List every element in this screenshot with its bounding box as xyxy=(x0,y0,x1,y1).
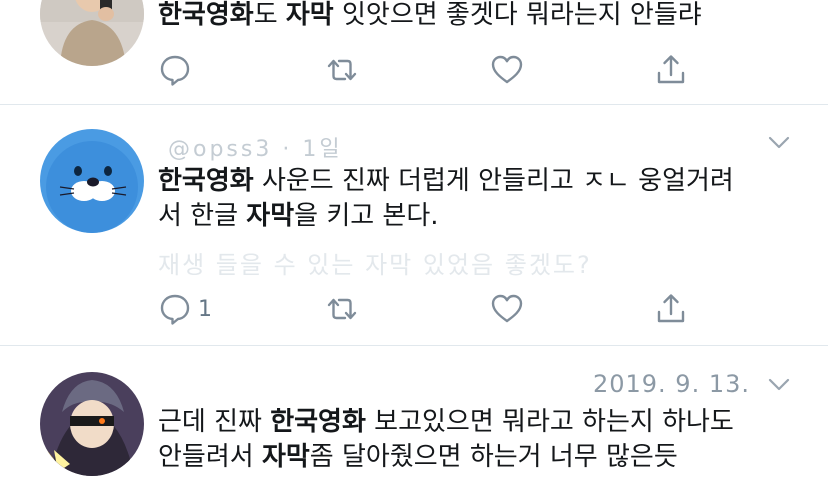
avatar[interactable] xyxy=(40,129,144,233)
tweet-meta: @opss3 · 1일 xyxy=(158,131,828,162)
highlight-keyword: 한국영화 xyxy=(158,166,254,196)
text-segment: 보고있으면 뭐라고 하는지 하나도 xyxy=(365,407,734,437)
like-button[interactable] xyxy=(490,52,524,88)
share-button[interactable] xyxy=(654,52,688,88)
reply-button[interactable] xyxy=(158,52,192,88)
text-segment: 안들려서 xyxy=(158,442,262,472)
faded-text: 재생 들을 수 있는 자막 있었음 좋겠도? xyxy=(158,251,592,279)
share-button[interactable] xyxy=(654,291,688,327)
text-segment: 을 키고 본다. xyxy=(294,201,439,231)
avatar[interactable] xyxy=(40,372,144,476)
tweet-2[interactable]: @opss3 · 1일 한국영화 사운드 진짜 더럽게 안들리고 ㅈㄴ 웅얼거려… xyxy=(0,105,828,345)
highlight-keyword: 자막 xyxy=(261,442,310,472)
like-button[interactable] xyxy=(490,291,524,327)
retweet-button[interactable] xyxy=(324,291,360,327)
highlight-keyword: 한국영화 xyxy=(158,0,254,30)
text-segment: 잇앗으면 좋겟다 뭐라는지 안들랴 xyxy=(333,0,702,30)
highlight-keyword: 한국영화 xyxy=(270,407,366,437)
like-icon xyxy=(490,292,524,326)
share-icon xyxy=(654,53,688,87)
tweet-actions xyxy=(158,52,698,92)
tweet-text: 한국영화도 자막 잇앗으면 좋겟다 뭐라는지 안들랴 xyxy=(158,0,798,33)
highlight-keyword: 자막 xyxy=(246,201,295,231)
tweet-3[interactable]: 2019. 9. 13. 근데 진짜 한국영화 보고있으면 뭐라고 하는지 하나… xyxy=(0,346,828,482)
like-icon xyxy=(490,53,524,87)
text-segment: 근데 진짜 xyxy=(158,407,271,437)
share-icon xyxy=(654,292,688,326)
reply-button[interactable]: 1 xyxy=(158,291,212,327)
text-segment: 좀 달아줬으면 하는거 너무 많은듯 xyxy=(309,442,678,472)
reply-count: 1 xyxy=(198,296,212,322)
retweet-button[interactable] xyxy=(324,52,360,88)
retweet-icon xyxy=(324,53,360,87)
chevron-down-icon[interactable] xyxy=(768,135,790,149)
text-segment: 서 한글 xyxy=(158,201,247,231)
reply-icon xyxy=(158,53,192,87)
avatar[interactable] xyxy=(40,0,144,66)
tweet-actions: 1 xyxy=(158,291,698,331)
tweet-text: 근데 진짜 한국영화 보고있으면 뭐라고 하는지 하나도안들려서 자막좀 달아줬… xyxy=(158,405,798,475)
tweet-handle: @opss3 · 1일 xyxy=(168,137,343,162)
text-segment: 사운드 진짜 더럽게 안들리고 ㅈㄴ 웅얼거려 xyxy=(253,166,734,196)
highlight-keyword: 자막 xyxy=(285,0,334,30)
retweet-icon xyxy=(324,292,360,326)
tweet-text: 한국영화 사운드 진짜 더럽게 안들리고 ㅈㄴ 웅얼거려 서 한글 자막을 키고 … xyxy=(158,164,798,234)
reply-icon xyxy=(158,292,192,326)
tweet-1[interactable]: 한국영화도 자막 잇앗으면 좋겟다 뭐라는지 안들랴 xyxy=(0,0,828,104)
tweet-meta: 2019. 9. 13. xyxy=(158,370,828,402)
tweet-date: 2019. 9. 13. xyxy=(592,370,750,398)
text-segment: 도 xyxy=(253,0,286,30)
chevron-down-icon[interactable] xyxy=(768,377,790,391)
